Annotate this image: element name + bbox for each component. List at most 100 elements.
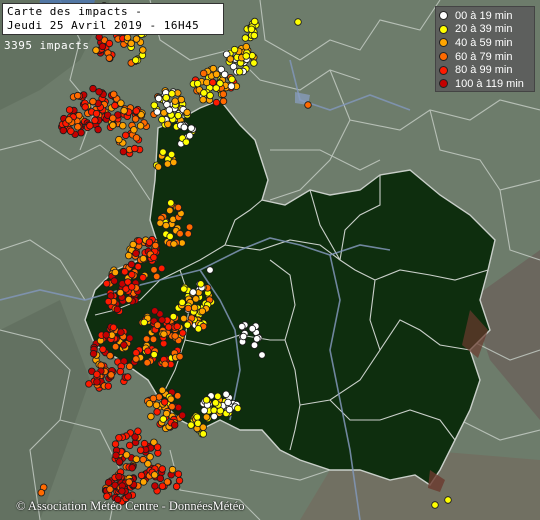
impact-dot [444,496,452,504]
impact-dot [183,321,192,329]
legend-label: 00 à 19 min [455,9,513,22]
impact-dot [192,295,200,303]
impact-dot [93,370,101,378]
legend-label: 100 à 119 min [455,77,524,90]
impact-dot [65,106,74,114]
impact-dot [139,46,147,54]
impact-dot [170,421,179,429]
impact-dot [184,230,192,238]
impact-dot [132,355,140,363]
impact-dot [178,329,187,337]
impact-dot [183,108,191,117]
impact-dot [105,39,114,48]
impact-dot [197,280,205,288]
impact-dot [211,399,220,407]
impact-dot [150,101,158,109]
impact-dot [132,35,141,43]
impact-dot [107,371,115,379]
impact-dot [228,75,236,83]
impact-dot [158,386,166,394]
impact-dot [111,268,119,277]
impact-dot [184,304,192,313]
impact-dot [174,111,182,120]
impact-dot [113,305,121,314]
impact-dot [89,97,97,106]
impact-dot [125,362,134,371]
impact-dot [160,398,169,406]
map-title: Carte des impacts - [7,5,143,18]
impact-dot [134,262,142,271]
legend-label: 40 à 59 min [455,36,513,49]
impact-dot [115,472,123,481]
impact-dot [160,330,168,338]
impact-dot [111,440,120,448]
impact-dot [190,304,199,312]
impact-dot [93,378,101,386]
impact-dot [258,351,266,359]
impact-dot [111,343,120,351]
map-date: Jeudi 25 Avril 2019 - 16H45 [7,19,200,32]
impact-dot [120,341,128,349]
legend-dot-icon [439,52,448,62]
impact-dot [212,70,221,78]
impact-dot [131,144,139,153]
impact-dot [174,403,183,412]
impact-dot [239,332,248,341]
impact-dot [253,335,261,343]
impact-dot [212,84,220,92]
impact-dot [177,95,185,104]
impact-dot [135,237,143,245]
impact-dot [242,52,250,60]
impact-dot [159,415,167,423]
impact-dot [168,465,177,474]
legend-item: 40 à 59 min [439,36,534,50]
impact-dot [174,470,183,478]
impact-dot [167,150,176,159]
impact-dot [119,147,128,156]
impact-dot [110,277,118,285]
impact-dot [127,283,136,291]
impact-dot [92,46,100,54]
impact-dot [129,240,137,249]
impact-dot [224,398,232,407]
impact-dot [109,323,118,332]
impact-dot [95,88,103,96]
impact-dot [98,42,107,51]
impact-dot [194,325,203,333]
impact-dot [153,108,161,116]
impact-dot [121,131,130,139]
impact-dot [139,255,147,263]
impact-dot [115,458,124,466]
impact-dot [143,359,151,367]
impact-dot [187,421,195,429]
impact-dot [165,106,174,114]
impact-dot [200,89,208,97]
time-legend: 00 à 19 min 20 à 39 min 40 à 59 min 60 à… [435,6,535,92]
impact-dot [222,390,230,398]
impact-dot [122,451,131,459]
map-title-box: Carte des impacts - Jeudi 25 Avril 2019 … [2,3,224,35]
impact-dot [146,453,154,461]
impact-dot [109,121,117,129]
impact-dot [157,264,166,273]
impact-dot [153,443,162,451]
impact-dot [67,127,75,135]
impact-dot [199,423,207,431]
impact-dot [174,203,182,212]
impact-dot [151,307,159,315]
impact-dot [164,120,172,128]
impact-dot [206,266,214,274]
impact-dot [153,408,161,416]
impact-dot [120,106,128,115]
impact-dot [116,289,125,297]
impact-dot [162,221,170,230]
impact-dot [152,401,161,409]
impact-dot [115,135,123,144]
impact-dot [171,97,179,105]
impact-dot [162,93,170,102]
impact-dot [106,485,114,493]
impact-dot [235,67,244,76]
impact-dot [185,223,194,231]
impact-dot [166,232,174,241]
impact-dot [109,114,117,122]
